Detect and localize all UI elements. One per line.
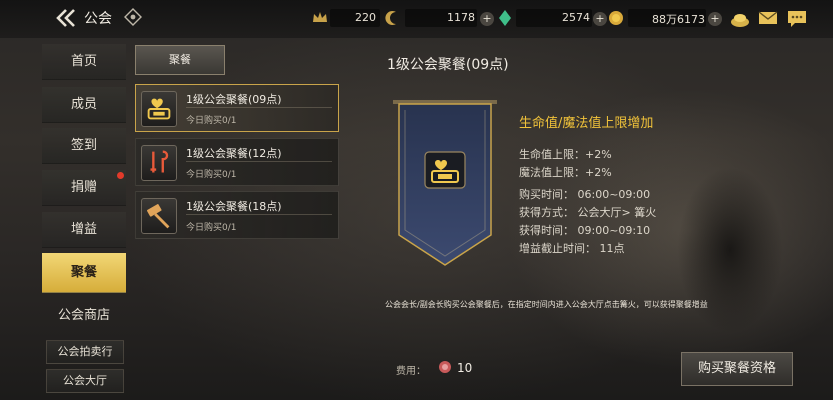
gold-coin-icon xyxy=(609,11,623,25)
sidebar-item-checkin[interactable]: 签到 xyxy=(42,128,126,164)
resource-gem-value: 2574 xyxy=(562,11,590,24)
detail-title: 1级公会聚餐(09点) xyxy=(387,57,509,73)
guild-currency-icon xyxy=(439,361,451,373)
resource-crown: 220 xyxy=(312,8,382,28)
treasure-pot-icon[interactable] xyxy=(730,10,750,28)
item-title: 1级公会聚餐(09点) xyxy=(186,93,282,106)
mail-icon[interactable] xyxy=(758,11,778,25)
page-title: 公会 xyxy=(84,11,112,27)
crescent-coin-icon xyxy=(385,11,396,25)
add-gem-button[interactable]: + xyxy=(593,12,607,26)
list-item[interactable]: 1级公会聚餐(09点) 今日购买0/1 xyxy=(135,84,339,132)
mp-bonus-text: 魔法值上限：+2% xyxy=(519,166,612,179)
sidebar-item-guild-shop[interactable]: 公会商店 xyxy=(42,298,126,334)
add-crescent-button[interactable]: + xyxy=(480,12,494,26)
info-diamond-icon[interactable] xyxy=(124,8,142,26)
hammer-icon xyxy=(141,198,177,234)
sword-cross-icon xyxy=(141,145,177,181)
purchase-time-text: 购买时间： 06:00~09:00 xyxy=(519,188,651,201)
gold-crown-icon xyxy=(313,12,327,22)
feature-title: 生命值/魔法值上限增加 xyxy=(519,116,654,131)
sidebar-item-auction[interactable]: 公会拍卖行 xyxy=(46,340,124,364)
sidebar-item-home[interactable]: 首页 xyxy=(42,44,126,80)
obtain-time-text: 获得时间： 09:00~09:10 xyxy=(519,224,651,237)
chat-icon[interactable] xyxy=(787,10,807,28)
tab-feast[interactable]: 聚餐 xyxy=(135,45,225,75)
sidebar-item-buffs[interactable]: 增益 xyxy=(42,212,126,248)
cost-label: 费用： xyxy=(396,366,426,377)
sidebar-item-guild-hall[interactable]: 公会大厅 xyxy=(46,369,124,393)
item-purchase-count: 今日购买0/1 xyxy=(186,170,237,180)
green-gem-icon xyxy=(499,10,511,26)
resource-gold-value: 88万6173 xyxy=(652,13,705,26)
back-arrow-icon[interactable] xyxy=(54,7,78,29)
resource-crescent: 1178 + xyxy=(385,8,495,28)
sidebar-item-donate[interactable]: 捐赠 xyxy=(42,170,126,206)
background-knight-silhouette xyxy=(640,120,830,360)
item-purchase-count: 今日购买0/1 xyxy=(186,116,237,126)
resource-crown-value: 220 xyxy=(355,11,376,24)
cost-value: 10 xyxy=(457,361,473,375)
notification-dot xyxy=(117,172,124,179)
description-text: 公会会长/副会长购买公会聚餐后，在指定时间内进入公会大厅点击篝火，可以获得聚餐增… xyxy=(385,300,708,309)
feast-banner-image xyxy=(393,100,497,266)
obtain-method-text: 获得方式： 公会大厅> 篝火 xyxy=(519,206,657,219)
top-bar: 公会 220 1178 + 2574 + 88万6173 + xyxy=(0,0,833,38)
resource-crescent-value: 1178 xyxy=(447,11,475,24)
list-item[interactable]: 1级公会聚餐(18点) 今日购买0/1 xyxy=(135,191,339,239)
feast-icon xyxy=(141,91,177,127)
resource-gold: 88万6173 + xyxy=(608,8,723,28)
item-title: 1级公会聚餐(18点) xyxy=(186,200,282,213)
buy-feast-button[interactable]: 购买聚餐资格 xyxy=(681,352,793,386)
item-purchase-count: 今日购买0/1 xyxy=(186,223,237,233)
add-gold-button[interactable]: + xyxy=(708,12,722,26)
item-title: 1级公会聚餐(12点) xyxy=(186,147,282,160)
sidebar-item-members[interactable]: 成员 xyxy=(42,87,126,123)
hp-bonus-text: 生命值上限：+2% xyxy=(519,148,612,161)
list-item[interactable]: 1级公会聚餐(12点) 今日购买0/1 xyxy=(135,138,339,186)
buff-end-time-text: 增益截止时间： 11点 xyxy=(519,242,625,255)
sidebar-item-feast[interactable]: 聚餐 xyxy=(42,253,126,293)
resource-gem: 2574 + xyxy=(498,8,608,28)
